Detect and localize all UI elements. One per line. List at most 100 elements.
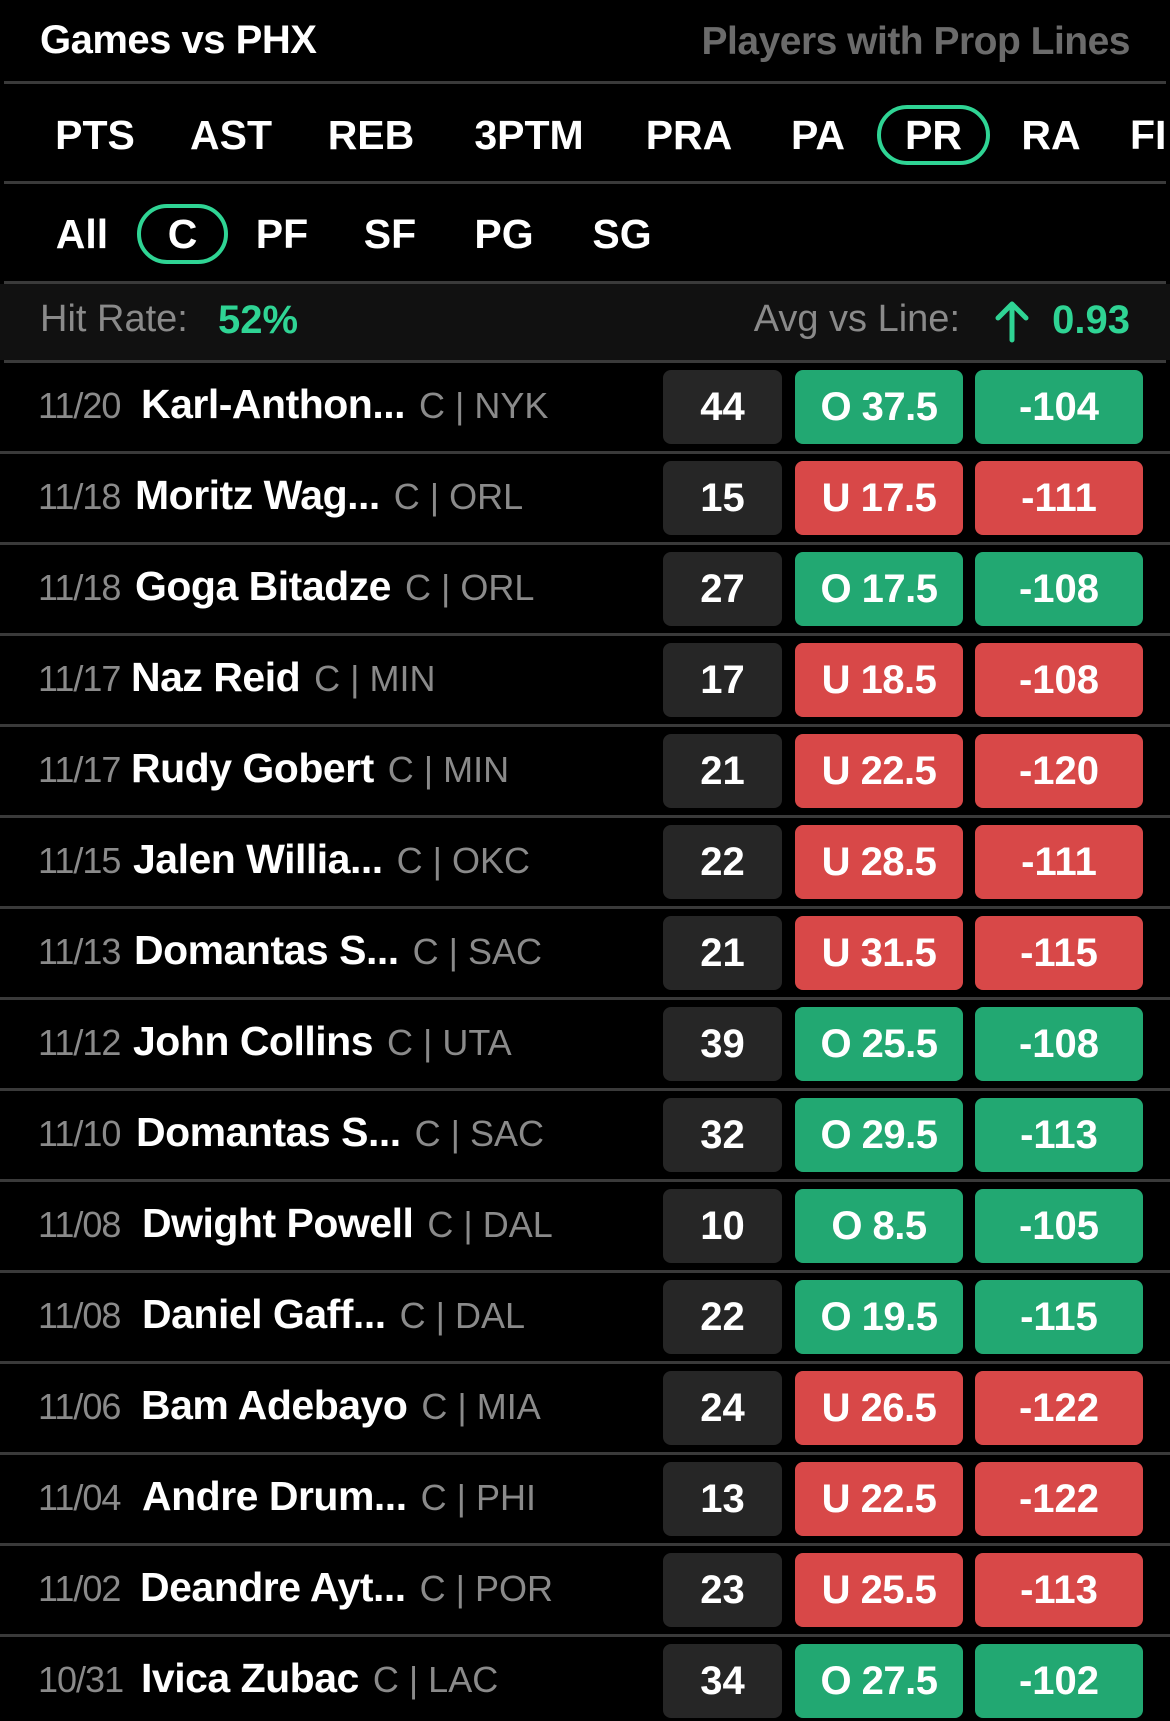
odds-badge[interactable]: -115 xyxy=(975,916,1143,990)
game-date: 11/10 xyxy=(38,1113,121,1154)
table-row[interactable]: 11/10 Domantas S... C | SAC 32 O 29.5 -113 xyxy=(0,1091,1170,1182)
odds-badge[interactable]: -108 xyxy=(975,552,1143,626)
actual-stat-value: 34 xyxy=(663,1644,782,1718)
players-with-prop-lines-label[interactable]: Players with Prop Lines xyxy=(702,20,1131,64)
avg-vs-line-label: Avg vs Line: xyxy=(753,298,960,340)
prop-line-badge[interactable]: O 37.5 xyxy=(795,370,963,444)
player-name: Goga Bitadze xyxy=(135,563,391,609)
player-cell[interactable]: Jalen Willia... C | OKC xyxy=(133,836,530,883)
odds-badge[interactable]: -113 xyxy=(975,1098,1143,1172)
odds-badge[interactable]: -111 xyxy=(975,461,1143,535)
table-row[interactable]: 11/18 Goga Bitadze C | ORL 27 O 17.5 -108 xyxy=(0,545,1170,636)
prop-line-badge[interactable]: O 27.5 xyxy=(795,1644,963,1718)
table-row[interactable]: 11/08 Daniel Gaff... C | DAL 22 O 19.5 -115 xyxy=(0,1273,1170,1364)
odds-badge[interactable]: -113 xyxy=(975,1553,1143,1627)
player-position-team: C | MIN xyxy=(314,658,436,699)
prop-line-badge[interactable]: U 25.5 xyxy=(795,1553,963,1627)
odds-badge[interactable]: -102 xyxy=(975,1644,1143,1718)
game-date: 11/08 xyxy=(38,1295,121,1336)
player-name: Naz Reid xyxy=(131,654,301,700)
odds-badge[interactable]: -104 xyxy=(975,370,1143,444)
odds-badge[interactable]: -111 xyxy=(975,825,1143,899)
player-cell[interactable]: Ivica Zubac C | LAC xyxy=(141,1655,498,1702)
odds-badge[interactable]: -115 xyxy=(975,1280,1143,1354)
table-row[interactable]: 11/15 Jalen Willia... C | OKC 22 U 28.5 -111 xyxy=(0,818,1170,909)
table-row[interactable]: 11/13 Domantas S... C | SAC 21 U 31.5 -115 xyxy=(0,909,1170,1000)
table-row[interactable]: 11/06 Bam Adebayo C | MIA 24 U 26.5 -122 xyxy=(0,1364,1170,1455)
player-name: Moritz Wag... xyxy=(135,472,380,518)
header: Games vs PHX Players with Prop Lines xyxy=(0,0,1170,82)
player-cell[interactable]: Rudy Gobert C | MIN xyxy=(131,745,509,792)
prop-line-badge[interactable]: U 26.5 xyxy=(795,1371,963,1445)
player-name: Dwight Powell xyxy=(142,1200,414,1246)
game-date: 11/02 xyxy=(38,1568,121,1609)
player-cell[interactable]: Andre Drum... C | PHI xyxy=(142,1473,536,1520)
tab-pa[interactable]: PA xyxy=(776,105,860,165)
tab-pra[interactable]: PRA xyxy=(632,105,746,165)
table-row[interactable]: 11/17 Naz Reid C | MIN 17 U 18.5 -108 xyxy=(0,636,1170,727)
tab-pf[interactable]: PF xyxy=(246,204,318,264)
player-cell[interactable]: Goga Bitadze C | ORL xyxy=(135,563,534,610)
tab-pts[interactable]: PTS xyxy=(40,105,150,165)
prop-line-badge[interactable]: O 17.5 xyxy=(795,552,963,626)
table-row[interactable]: 10/31 Ivica Zubac C | LAC 34 O 27.5 -102 xyxy=(0,1637,1170,1721)
player-cell[interactable]: Dwight Powell C | DAL xyxy=(142,1200,553,1247)
tab-all[interactable]: All xyxy=(40,204,124,264)
prop-line-badge[interactable]: O 29.5 xyxy=(795,1098,963,1172)
tab-ra[interactable]: RA xyxy=(1010,105,1092,165)
table-row[interactable]: 11/20 Karl-Anthon... C | NYK 44 O 37.5 -104 xyxy=(0,363,1170,454)
table-row[interactable]: 11/12 John Collins C | UTA 39 O 25.5 -108 xyxy=(0,1000,1170,1091)
odds-badge[interactable]: -122 xyxy=(975,1462,1143,1536)
odds-badge[interactable]: -120 xyxy=(975,734,1143,808)
table-row[interactable]: 11/18 Moritz Wag... C | ORL 15 U 17.5 -111 xyxy=(0,454,1170,545)
prop-line-badge[interactable]: O 8.5 xyxy=(795,1189,963,1263)
player-cell[interactable]: Deandre Ayt... C | POR xyxy=(140,1564,553,1611)
odds-badge[interactable]: -108 xyxy=(975,1007,1143,1081)
player-position-team: C | ORL xyxy=(393,476,524,517)
prop-line-badge[interactable]: U 17.5 xyxy=(795,461,963,535)
odds-badge[interactable]: -122 xyxy=(975,1371,1143,1445)
player-cell[interactable]: Karl-Anthon... C | NYK xyxy=(141,381,548,428)
tab-sf[interactable]: SF xyxy=(354,204,426,264)
prop-line-badge[interactable]: U 22.5 xyxy=(795,734,963,808)
player-position-team: C | MIA xyxy=(421,1386,541,1427)
table-row[interactable]: 11/04 Andre Drum... C | PHI 13 U 22.5 -122 xyxy=(0,1455,1170,1546)
table-row[interactable]: 11/08 Dwight Powell C | DAL 10 O 8.5 -105 xyxy=(0,1182,1170,1273)
player-position-team: C | ORL xyxy=(404,567,535,608)
prop-line-badge[interactable]: U 22.5 xyxy=(795,1462,963,1536)
player-position-team: C | SAC xyxy=(414,1113,544,1154)
player-name: Andre Drum... xyxy=(142,1473,407,1519)
prop-line-badge[interactable]: U 28.5 xyxy=(795,825,963,899)
player-cell[interactable]: John Collins C | UTA xyxy=(133,1018,512,1065)
tab-reb[interactable]: REB xyxy=(316,105,426,165)
game-date: 11/18 xyxy=(38,476,121,517)
odds-badge[interactable]: -108 xyxy=(975,643,1143,717)
prop-line-badge[interactable]: O 25.5 xyxy=(795,1007,963,1081)
tab-fi[interactable]: FI xyxy=(1130,105,1170,165)
table-row[interactable]: 11/02 Deandre Ayt... C | POR 23 U 25.5 -113 xyxy=(0,1546,1170,1637)
prop-line-badge[interactable]: O 19.5 xyxy=(795,1280,963,1354)
tab-c[interactable]: C xyxy=(137,204,228,264)
player-position-team: C | POR xyxy=(419,1568,554,1609)
actual-stat-value: 10 xyxy=(663,1189,782,1263)
tab-ast[interactable]: AST xyxy=(176,105,286,165)
player-cell[interactable]: Naz Reid C | MIN xyxy=(131,654,436,701)
odds-badge[interactable]: -105 xyxy=(975,1189,1143,1263)
player-cell[interactable]: Bam Adebayo C | MIA xyxy=(141,1382,541,1429)
actual-stat-value: 39 xyxy=(663,1007,782,1081)
player-position-team: C | DAL xyxy=(399,1295,525,1336)
player-cell[interactable]: Daniel Gaff... C | DAL xyxy=(142,1291,525,1338)
player-cell[interactable]: Domantas S... C | SAC xyxy=(134,927,542,974)
player-cell[interactable]: Domantas S... C | SAC xyxy=(136,1109,544,1156)
prop-line-badge[interactable]: U 18.5 xyxy=(795,643,963,717)
avg-vs-line-value: 0.93 xyxy=(1052,298,1130,342)
tab-3ptm[interactable]: 3PTM xyxy=(462,105,596,165)
prop-line-badge[interactable]: U 31.5 xyxy=(795,916,963,990)
tab-pg[interactable]: PG xyxy=(464,204,544,264)
tab-sg[interactable]: SG xyxy=(582,204,662,264)
tab-pr[interactable]: PR xyxy=(877,105,990,165)
table-row[interactable]: 11/17 Rudy Gobert C | MIN 21 U 22.5 -120 xyxy=(0,727,1170,818)
actual-stat-value: 23 xyxy=(663,1553,782,1627)
game-date: 11/15 xyxy=(38,840,121,881)
player-cell[interactable]: Moritz Wag... C | ORL xyxy=(135,472,523,519)
